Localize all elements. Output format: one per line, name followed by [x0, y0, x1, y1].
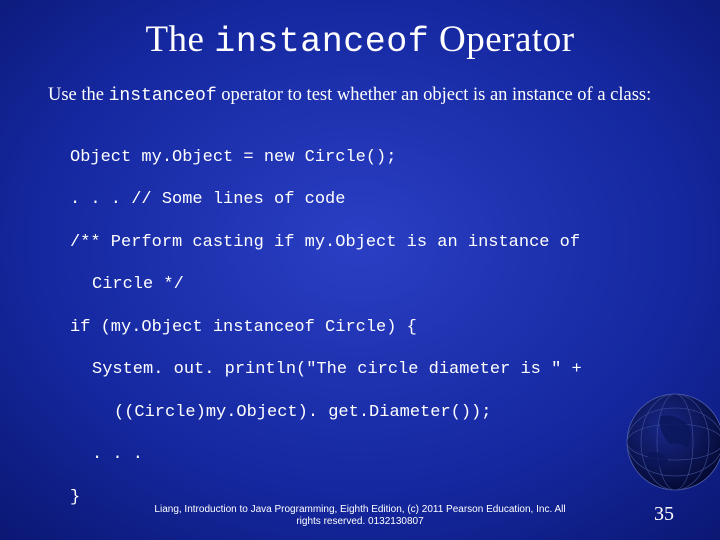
- slide-title: The instanceof Operator: [48, 18, 672, 62]
- intro-post: operator to test whether an object is an…: [217, 85, 652, 105]
- slide: The instanceof Operator Use the instance…: [0, 0, 720, 540]
- title-post: Operator: [429, 19, 574, 60]
- title-pre: The: [145, 19, 214, 60]
- page-number: 35: [654, 503, 674, 526]
- title-mono: instanceof: [214, 22, 429, 62]
- code-line: /** Perform casting if my.Object is an i…: [70, 232, 672, 253]
- code-line: ((Circle)my.Object). get.Diameter());: [70, 402, 672, 423]
- code-line: . . . // Some lines of code: [70, 189, 672, 210]
- intro-mono: instanceof: [109, 86, 217, 106]
- code-line: Circle */: [70, 274, 672, 295]
- globe-icon: [600, 372, 720, 502]
- code-line: System. out. println("The circle diamete…: [70, 359, 672, 380]
- footer-line1: Liang, Introduction to Java Programming,…: [154, 504, 565, 515]
- code-block: Object my.Object = new Circle(); . . . /…: [48, 126, 672, 540]
- footer-citation: Liang, Introduction to Java Programming,…: [0, 504, 720, 528]
- footer-line2: rights reserved. 0132130807: [296, 516, 423, 527]
- code-line: Object my.Object = new Circle();: [70, 147, 672, 168]
- intro-text: Use the instanceof operator to test whet…: [48, 84, 672, 108]
- code-line: if (my.Object instanceof Circle) {: [70, 317, 672, 338]
- code-line: . . .: [70, 444, 672, 465]
- intro-pre: Use the: [48, 85, 109, 105]
